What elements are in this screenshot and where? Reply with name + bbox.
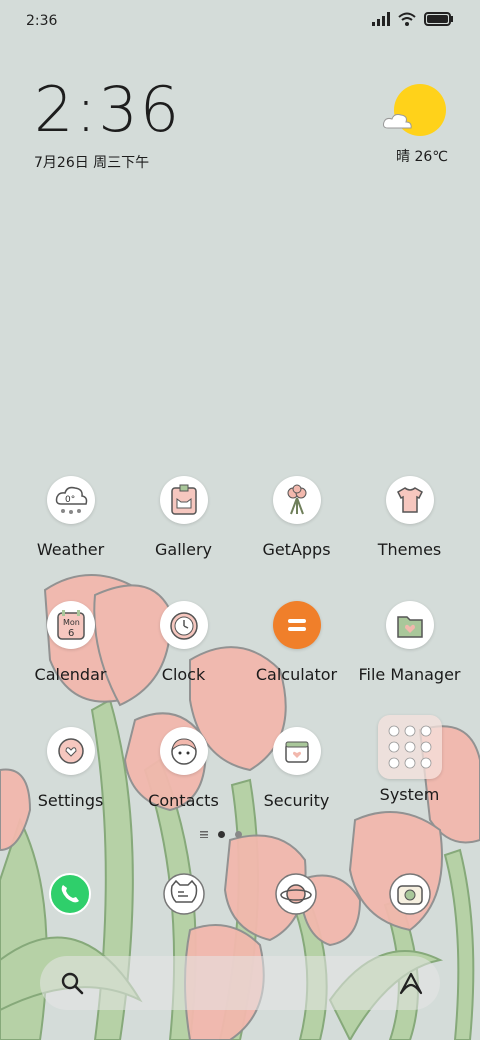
wifi-icon [398, 12, 416, 26]
messages-icon [163, 873, 205, 915]
camera-icon [389, 873, 431, 915]
app-label: Gallery [155, 540, 212, 559]
svg-text:0°: 0° [65, 495, 75, 505]
app-clock[interactable]: Clock [127, 601, 240, 684]
app-themes[interactable]: Themes [353, 476, 466, 559]
app-label: Themes [377, 540, 442, 559]
dock-camera[interactable] [388, 872, 432, 916]
file-manager-icon [385, 601, 434, 649]
app-calendar[interactable]: Mon 6 Calendar [14, 601, 127, 684]
app-label: Contacts [148, 791, 219, 810]
status-bar: 2:36 [0, 0, 480, 40]
contacts-icon [159, 727, 208, 775]
signal-icon [372, 12, 390, 26]
getapps-icon [272, 476, 321, 524]
app-getapps[interactable]: GetApps [240, 476, 353, 559]
app-label: Weather [36, 540, 105, 559]
app-weather[interactable]: 0° Weather [14, 476, 127, 559]
page-dot [235, 830, 242, 838]
search-icon[interactable] [60, 971, 84, 995]
app-label: GetApps [262, 540, 331, 559]
app-system-folder[interactable]: System [353, 715, 466, 804]
assistant-icon[interactable] [398, 971, 424, 995]
app-settings[interactable]: Settings [14, 727, 127, 810]
menu-page-icon [200, 831, 208, 838]
themes-icon [385, 476, 434, 524]
system-folder-icon [377, 715, 442, 779]
svg-text:6: 6 [68, 628, 74, 639]
clock-icon [159, 601, 208, 649]
battery-icon [424, 12, 453, 26]
clock-time: 2:36 [34, 73, 182, 146]
calculator-icon [272, 601, 321, 649]
gallery-icon [159, 476, 208, 524]
app-file-manager[interactable]: File Manager [353, 601, 466, 684]
app-security[interactable]: Security [240, 727, 353, 810]
weather-text: 晴 26℃ [396, 149, 448, 165]
app-label: Security [263, 791, 330, 810]
dock-messages[interactable] [162, 872, 206, 916]
svg-text:Mon: Mon [63, 618, 80, 627]
app-label: Settings [37, 791, 104, 810]
app-label: File Manager [358, 665, 461, 684]
app-contacts[interactable]: Contacts [127, 727, 240, 810]
settings-icon [46, 727, 95, 775]
weather-icon: 0° [46, 476, 95, 524]
phone-icon [49, 873, 91, 915]
app-calculator[interactable]: Calculator [240, 601, 353, 684]
app-gallery[interactable]: Gallery [127, 476, 240, 559]
page-dot-active [218, 830, 225, 838]
clock-date: 7月26日 周三下午 [34, 155, 150, 171]
security-icon [272, 727, 321, 775]
cloud-icon [383, 114, 412, 129]
app-label: Clock [161, 665, 206, 684]
app-label: Calendar [34, 665, 107, 684]
dock-browser[interactable] [274, 872, 318, 916]
calendar-icon: Mon 6 [46, 601, 95, 649]
page-indicator [200, 830, 242, 838]
clock-widget[interactable]: 2:36 7月26日 周三下午 [34, 78, 181, 172]
app-label: System [379, 785, 440, 804]
browser-icon [275, 873, 317, 915]
status-time: 2:36 [26, 13, 58, 29]
app-label: Calculator [255, 665, 338, 684]
dock-phone[interactable] [48, 872, 92, 916]
search-bar[interactable] [40, 956, 440, 1010]
